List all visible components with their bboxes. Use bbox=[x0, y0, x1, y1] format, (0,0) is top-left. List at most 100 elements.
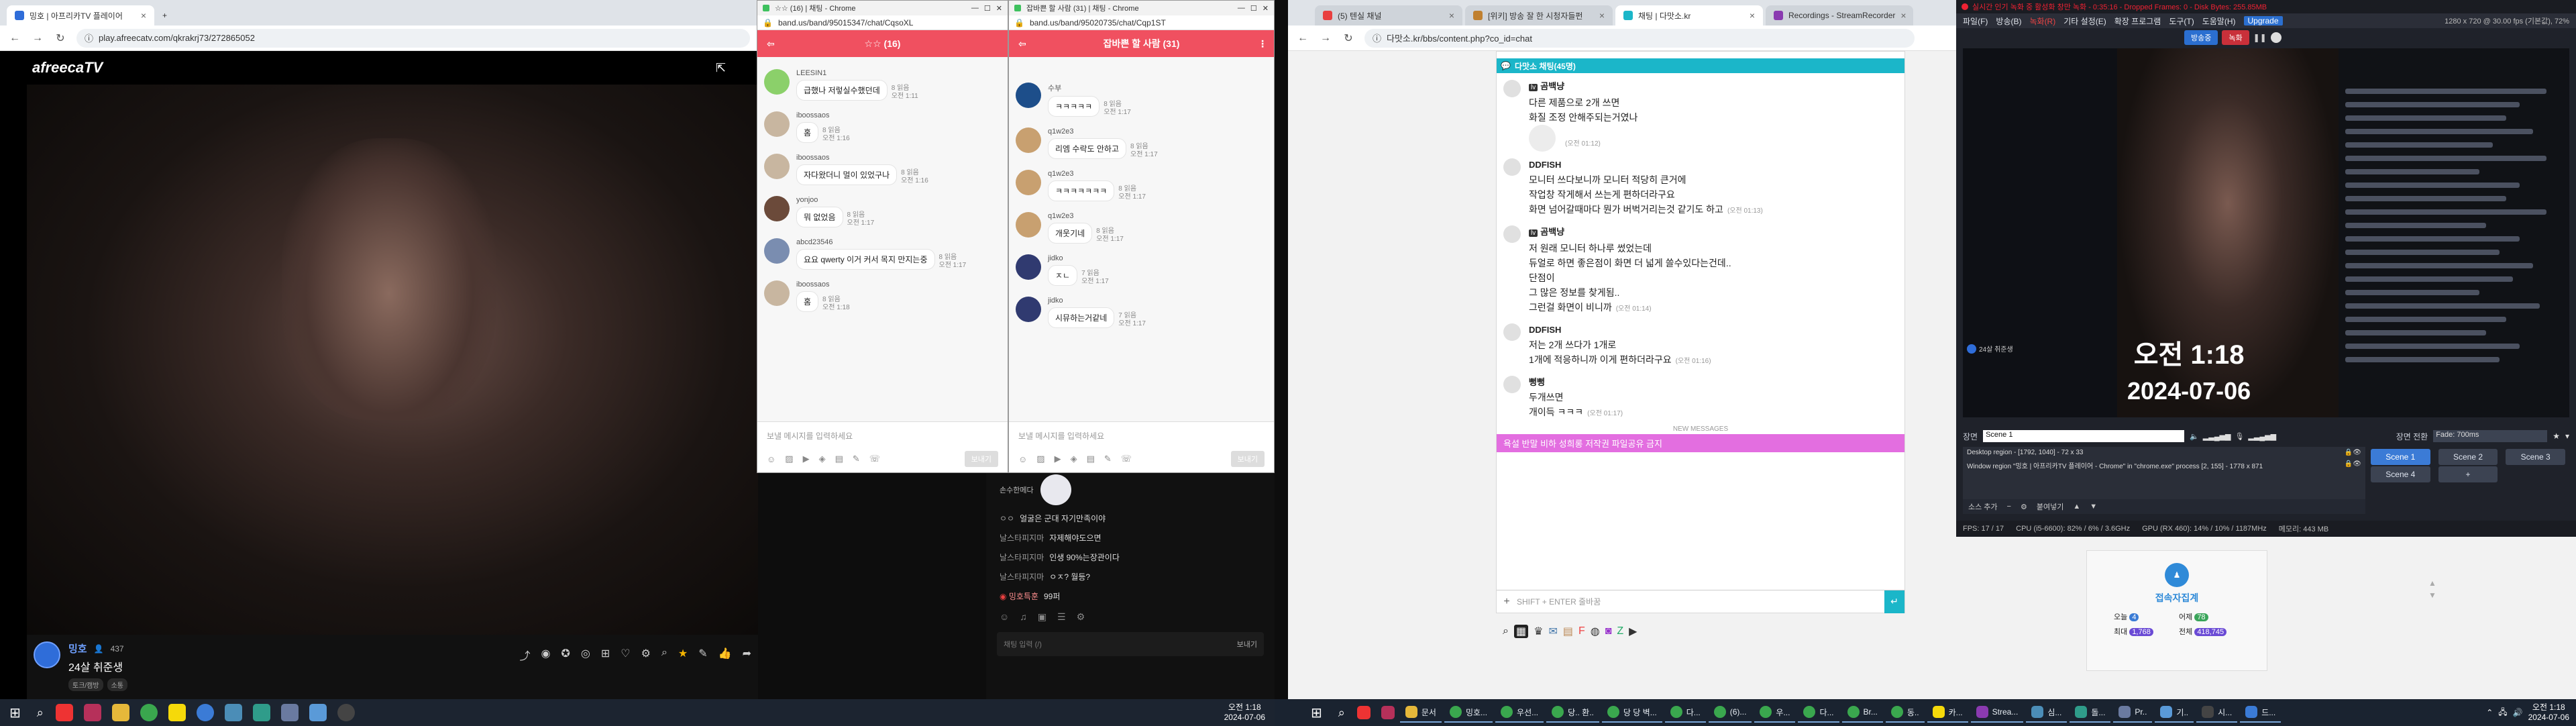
taskbar-window[interactable]: 시... bbox=[2196, 703, 2238, 723]
message-bubble[interactable]: 리엠 수락도 안하고 bbox=[1048, 138, 1126, 159]
video-icon[interactable]: ▶ bbox=[1055, 454, 1061, 464]
taskbar-window[interactable]: (6)... bbox=[1708, 703, 1752, 723]
mic-icon[interactable]: 🎙 bbox=[2235, 432, 2244, 441]
taskbar-window[interactable]: 당 당 벽... bbox=[1601, 703, 1662, 723]
user-avatar[interactable] bbox=[1503, 80, 1521, 97]
tab-afreeca-player[interactable]: 밍호 | 아프리카TV 플레이어 × bbox=[7, 5, 154, 25]
settings-cog-icon[interactable]: ⚙ bbox=[1077, 611, 1085, 623]
scene-button[interactable]: Scene 1 bbox=[2371, 449, 2430, 465]
message-bubble[interactable]: ㅈㄴ bbox=[1048, 265, 1078, 286]
vote-icon[interactable]: ✎ bbox=[853, 454, 860, 464]
sender-name[interactable]: 곰백냥 bbox=[1540, 227, 1564, 237]
sticker-icon[interactable]: ◈ bbox=[1071, 454, 1077, 464]
chat-send-button[interactable]: 보내기 bbox=[1237, 639, 1257, 650]
user-avatar[interactable] bbox=[1503, 376, 1521, 393]
taskbar-window[interactable]: 문서 bbox=[1399, 703, 1442, 723]
new-tab-button[interactable]: + bbox=[157, 5, 172, 25]
remove-source-icon[interactable]: − bbox=[2007, 503, 2011, 511]
youtube-icon[interactable] bbox=[55, 704, 73, 721]
taskbar-window[interactable]: 카... bbox=[1927, 703, 1968, 723]
wchat-input[interactable]: SHIFT + ENTER 줄바꿈 bbox=[1517, 596, 1884, 607]
message-bubble[interactable]: ㅋㅋㅋㅋㅋ bbox=[1048, 96, 1100, 117]
user-avatar[interactable] bbox=[1016, 212, 1041, 238]
taskbar-window[interactable]: 다... bbox=[1664, 703, 1706, 723]
user-avatar[interactable] bbox=[1503, 225, 1521, 243]
media-icon[interactable] bbox=[83, 704, 101, 721]
taskbar-window[interactable]: Pr.. bbox=[2113, 703, 2153, 723]
message-bubble[interactable]: 홈 bbox=[796, 122, 819, 143]
file-icon[interactable]: ▤ bbox=[835, 454, 843, 464]
settings-icon[interactable]: ⚙ bbox=[641, 647, 651, 663]
reload-icon[interactable]: ↻ bbox=[54, 32, 67, 45]
taskbar-window[interactable]: 기.. bbox=[2155, 703, 2194, 723]
exit-chat-icon[interactable]: ⇦ bbox=[1018, 38, 1026, 50]
search-icon[interactable]: ⌕ bbox=[1503, 625, 1509, 637]
kakaotalk-icon[interactable] bbox=[168, 704, 186, 721]
tray-up-icon[interactable]: ⌃ bbox=[2486, 708, 2493, 717]
settings-circle-icon[interactable] bbox=[2270, 32, 2282, 43]
minimize-icon[interactable]: — bbox=[1238, 4, 1245, 12]
search-icon[interactable]: ⌕ bbox=[1338, 706, 1345, 720]
message-input[interactable]: 보낼 메시지를 입력하세요 bbox=[757, 422, 1008, 450]
scroll-up-icon[interactable]: ▲ bbox=[2428, 577, 2436, 589]
taskbar-window[interactable]: Strea... bbox=[1970, 703, 2024, 723]
emoticon-icon[interactable]: ✉ bbox=[1548, 625, 1557, 638]
taskbar-window[interactable]: 드... bbox=[2240, 703, 2282, 723]
user-avatar[interactable] bbox=[764, 111, 790, 137]
close-tab-icon[interactable]: × bbox=[1449, 10, 1454, 21]
star-icon[interactable]: ✪ bbox=[561, 647, 570, 663]
emoticon-icon[interactable]: ▤ bbox=[1563, 625, 1573, 638]
scene-select[interactable]: Scene 1 bbox=[1983, 430, 2185, 442]
tab-wiki[interactable]: [위키] 방송 잘 한 시청자들펀 × bbox=[1465, 5, 1613, 25]
cart-icon[interactable]: ⊞ bbox=[601, 647, 610, 663]
volume-icon[interactable]: 🔊 bbox=[2513, 708, 2523, 717]
user-avatar[interactable] bbox=[1503, 323, 1521, 341]
add-icon[interactable]: + bbox=[1497, 596, 1517, 608]
scene-button[interactable]: Scene 4 bbox=[2371, 466, 2430, 482]
user-avatar[interactable] bbox=[764, 69, 790, 95]
taskbar-clock[interactable]: 오전 1:18 2024-07-06 bbox=[2528, 703, 2569, 723]
sticker-icon[interactable]: ◈ bbox=[819, 454, 826, 464]
stream-button[interactable]: 방송중 bbox=[2184, 30, 2218, 45]
more-menu-icon[interactable]: ⋮ bbox=[1258, 38, 1267, 50]
folder-icon[interactable] bbox=[111, 704, 129, 721]
wchat-send-button[interactable]: ↵ bbox=[1884, 590, 1904, 613]
source-settings-icon[interactable]: ⚙ bbox=[2021, 503, 2027, 511]
maximize-icon[interactable]: ☐ bbox=[1250, 4, 1257, 13]
user-avatar[interactable] bbox=[1016, 127, 1041, 153]
emoji-icon[interactable]: ☺ bbox=[1000, 611, 1009, 623]
back-arrow-icon[interactable]: ← bbox=[1296, 32, 1309, 44]
menu-help[interactable]: 도움말(H) bbox=[2202, 15, 2236, 27]
image-icon[interactable]: ▨ bbox=[1036, 454, 1044, 464]
taskbar-window[interactable]: 동.. bbox=[1885, 703, 1925, 723]
taskbar-window[interactable]: 심... bbox=[2026, 703, 2068, 723]
windows-start-icon[interactable]: ⊞ bbox=[9, 705, 21, 721]
voice-icon[interactable]: ☏ bbox=[1121, 454, 1132, 464]
balloon-icon[interactable]: ◎ bbox=[581, 647, 590, 663]
windows-start-icon[interactable]: ⊞ bbox=[1311, 705, 1322, 721]
share-icon[interactable]: ⤴ bbox=[520, 647, 531, 663]
exit-fullscreen-icon[interactable]: ⇱ bbox=[716, 61, 726, 75]
lock-icon[interactable]: 🔒 bbox=[2345, 460, 2353, 470]
obs-taskbar-icon[interactable] bbox=[337, 704, 355, 721]
message-bubble[interactable]: 요요 qwerty 이거 커서 목지 만지는중 bbox=[796, 249, 935, 270]
chat-user[interactable]: 날스타피지마 bbox=[1000, 572, 1044, 582]
emoticon-icon[interactable]: ♛ bbox=[1534, 625, 1543, 638]
message-bubble[interactable]: 자다왔더니 멀이 있었구나 bbox=[796, 164, 898, 185]
emoticon-icon[interactable]: ◙ bbox=[1605, 625, 1612, 637]
taskbar-window[interactable]: 다... bbox=[1798, 703, 1839, 723]
like-icon[interactable]: 👍 bbox=[718, 647, 732, 663]
search-icon[interactable]: ⌕ bbox=[37, 706, 44, 720]
source-item[interactable]: Desktop region - [1792, 1040] - 72 x 33 🔒… bbox=[1963, 447, 2365, 458]
menu-record[interactable]: 녹화(R) bbox=[2029, 15, 2055, 27]
menu-settings[interactable]: 기타 설정(E) bbox=[2063, 15, 2106, 27]
taskbar-window[interactable]: 우... bbox=[1754, 703, 1796, 723]
menu-extensions[interactable]: 확장 프로그램 bbox=[2114, 15, 2161, 27]
paste-button[interactable]: 붙여넣기 bbox=[2037, 501, 2063, 512]
menu-file[interactable]: 파일(F) bbox=[1963, 15, 1988, 27]
down-icon[interactable]: ▼ bbox=[2090, 503, 2097, 511]
taskbar-clock[interactable]: 오전 1:18 2024-07-06 bbox=[1224, 703, 1265, 723]
window-close-icon[interactable]: ✕ bbox=[996, 4, 1002, 13]
taskbar-window[interactable]: Br... bbox=[1841, 703, 1883, 723]
url-field[interactable]: ⓘ 다맛소.kr/bbs/content.php?co_id=chat bbox=[1364, 28, 1915, 48]
